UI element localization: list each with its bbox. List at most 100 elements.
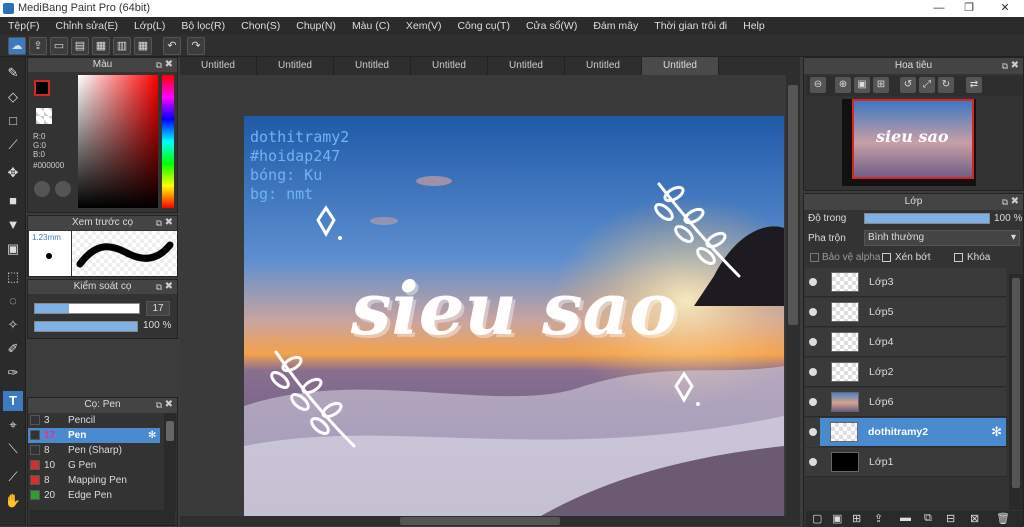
popout-icon[interactable]: ⧉ xyxy=(1002,194,1008,210)
canvas-vertical-scrollbar[interactable] xyxy=(786,75,800,526)
layer-row[interactable]: Lớp4 xyxy=(805,328,1006,357)
close-icon[interactable]: ✖ xyxy=(165,398,173,412)
brush-size-value[interactable]: 17 xyxy=(146,301,170,316)
flip-icon[interactable]: ⇄ xyxy=(966,77,982,93)
color-wheel-icon[interactable] xyxy=(55,181,71,197)
gear-icon[interactable]: ✻ xyxy=(148,428,156,443)
menu-file[interactable]: Tệp(F) xyxy=(0,20,48,32)
grid-icon[interactable]: ▥ xyxy=(113,37,131,55)
close-icon[interactable]: ✖ xyxy=(165,280,173,294)
clipping-icon[interactable]: ⊠ xyxy=(970,512,979,525)
close-button[interactable]: ✕ xyxy=(990,0,1020,17)
layer-type-icon[interactable]: ⇪ xyxy=(874,512,883,525)
eyedropper-tool-icon[interactable]: ⟋ xyxy=(3,467,23,487)
select-pen-tool-icon[interactable]: ✐ xyxy=(3,339,23,359)
layer-row[interactable]: Lớp5 xyxy=(805,298,1006,327)
menu-edit[interactable]: Chỉnh sửa(E) xyxy=(48,20,126,32)
brush-list-scrollbar[interactable] xyxy=(164,413,176,512)
menu-cloud[interactable]: Đám mây xyxy=(585,20,646,32)
tab-untitled[interactable]: Untitled xyxy=(565,57,642,75)
menu-window[interactable]: Cửa sổ(W) xyxy=(518,20,585,32)
redo-icon[interactable]: ↷ xyxy=(187,37,205,55)
fullscreen-icon[interactable]: ⤢ xyxy=(919,77,935,93)
cloud-icon[interactable]: ☁ xyxy=(8,37,26,55)
navigator-preview[interactable]: sieu sao xyxy=(842,99,976,186)
layout-icon[interactable]: ▦ xyxy=(134,37,152,55)
popout-icon[interactable]: ⧉ xyxy=(156,58,162,72)
brush-size-slider[interactable] xyxy=(34,303,140,314)
popout-icon[interactable]: ⧉ xyxy=(1002,58,1008,74)
add-layer-icon[interactable]: ⊞ xyxy=(852,512,861,525)
lock-checkbox[interactable] xyxy=(954,253,963,262)
menu-tools[interactable]: Công cụ(T) xyxy=(449,20,518,32)
menu-help[interactable]: Help xyxy=(735,20,773,32)
menu-capture[interactable]: Chụp(N) xyxy=(288,20,344,32)
gear-icon[interactable]: ✻ xyxy=(991,424,1002,440)
close-icon[interactable]: ✖ xyxy=(165,58,173,72)
actual-size-icon[interactable]: ⊞ xyxy=(873,77,889,93)
brush-item[interactable]: 3 Pencil xyxy=(28,413,160,428)
brush-item[interactable]: 8 Mapping Pen xyxy=(28,473,160,488)
menu-color[interactable]: Màu (C) xyxy=(344,20,398,32)
line-tool-icon[interactable]: ⟋ xyxy=(3,135,23,155)
layer-row-selected[interactable]: dothitramy2 ✻ xyxy=(820,418,1006,447)
tab-untitled[interactable]: Untitled xyxy=(411,57,488,75)
document-icon[interactable]: ▦ xyxy=(92,37,110,55)
close-icon[interactable]: ✖ xyxy=(1011,194,1019,210)
tab-untitled[interactable]: Untitled xyxy=(180,57,257,75)
tab-untitled[interactable]: Untitled xyxy=(488,57,565,75)
canvas-artwork[interactable]: dothitramy2 #hoidap247 bóng: Ku bg: nmt … xyxy=(244,116,784,526)
blend-mode-select[interactable]: Bình thường ▾ xyxy=(864,230,1020,246)
rectangle-tool-icon[interactable]: □ xyxy=(3,111,23,131)
minimize-button[interactable]: — xyxy=(924,0,954,17)
primary-color-swatch[interactable] xyxy=(34,80,50,96)
lasso-tool-icon[interactable]: ◌ xyxy=(3,291,23,311)
operation-tool-icon[interactable]: ⌖ xyxy=(3,415,23,435)
opacity-slider[interactable] xyxy=(34,321,138,332)
menu-select[interactable]: Chọn(S) xyxy=(233,20,288,32)
brush-item-selected[interactable]: 17 Pen ✻ xyxy=(28,428,160,443)
fit-window-icon[interactable]: ▣ xyxy=(854,77,870,93)
clip-checkbox[interactable] xyxy=(882,253,891,262)
magic-wand-tool-icon[interactable]: ✧ xyxy=(3,315,23,335)
visibility-icon[interactable] xyxy=(809,278,817,286)
transparent-swatch[interactable] xyxy=(36,108,52,124)
chat-icon[interactable]: ▤ xyxy=(71,37,89,55)
zoom-out-icon[interactable]: ⊖ xyxy=(810,77,826,93)
select-tool-icon[interactable]: ⬚ xyxy=(3,267,23,287)
move-tool-icon[interactable]: ✥ xyxy=(3,163,23,183)
visibility-icon[interactable] xyxy=(809,458,817,466)
visibility-icon[interactable] xyxy=(809,338,817,346)
undo-icon[interactable]: ↶ xyxy=(163,37,181,55)
canvas-horizontal-scrollbar[interactable] xyxy=(180,516,786,526)
trash-icon[interactable]: 🗑 xyxy=(996,512,1010,525)
brush-item[interactable]: 20 Edge Pen xyxy=(28,488,160,503)
palette-icon[interactable] xyxy=(34,181,50,197)
hue-slider[interactable] xyxy=(162,75,174,208)
maximize-button[interactable]: ❐ xyxy=(954,0,984,17)
rotate-left-icon[interactable]: ↺ xyxy=(900,77,916,93)
copy-layer-icon[interactable]: ▣ xyxy=(832,512,842,525)
duplicate-icon[interactable]: ⧉ xyxy=(924,512,932,525)
new-layer-icon[interactable]: ▢ xyxy=(812,512,822,525)
layer-list-scrollbar[interactable] xyxy=(1009,274,1023,510)
folder-icon[interactable]: ▬ xyxy=(900,512,911,524)
menu-filter[interactable]: Bộ lọc(R) xyxy=(173,20,233,32)
brush-item[interactable]: 10 G Pen xyxy=(28,458,160,473)
rotate-right-icon[interactable]: ↻ xyxy=(938,77,954,93)
merge-icon[interactable]: ⊟ xyxy=(946,512,955,525)
brush-tool-icon[interactable]: ✎ xyxy=(3,63,23,83)
popout-icon[interactable]: ⧉ xyxy=(156,216,162,230)
layer-row[interactable]: Lớp1 xyxy=(805,448,1006,477)
menu-layer[interactable]: Lớp(L) xyxy=(126,20,173,32)
close-icon[interactable]: ✖ xyxy=(1011,58,1019,74)
brush-item[interactable]: 8 Pen (Sharp) xyxy=(28,443,160,458)
select-eraser-tool-icon[interactable]: ✑ xyxy=(3,363,23,383)
visibility-icon[interactable] xyxy=(809,308,817,316)
comment-icon[interactable]: ▭ xyxy=(50,37,68,55)
gradient-tool-icon[interactable]: ▣ xyxy=(3,239,23,259)
tab-untitled[interactable]: Untitled xyxy=(334,57,411,75)
visibility-icon[interactable] xyxy=(809,368,817,376)
popout-icon[interactable]: ⧉ xyxy=(156,280,162,294)
visibility-icon[interactable] xyxy=(809,398,817,406)
